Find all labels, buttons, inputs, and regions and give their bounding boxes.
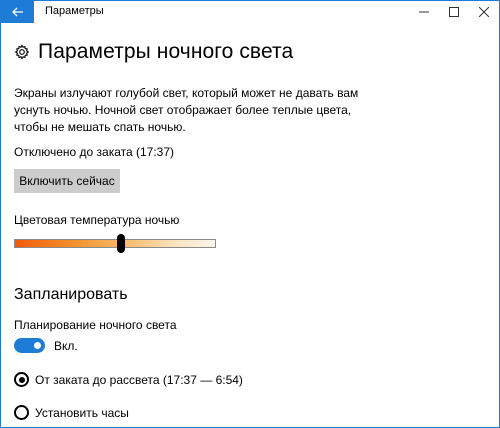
window-title: Параметры: [45, 5, 104, 17]
page-heading: Параметры ночного света: [14, 40, 293, 64]
minimize-button[interactable]: [409, 1, 439, 23]
maximize-icon: [449, 7, 459, 17]
gear-icon: [14, 44, 30, 60]
radio-label-sunset-to-sunrise[interactable]: От заката до рассвета (17:37 — 6:54): [35, 373, 243, 387]
description-text: Экраны излучают голубой свет, который мо…: [14, 86, 359, 134]
minimize-icon: [419, 11, 429, 13]
maximize-button[interactable]: [439, 1, 469, 23]
back-arrow-icon: [11, 7, 23, 17]
toggle-knob: [34, 342, 41, 349]
back-button[interactable]: [1, 1, 34, 23]
radio-selected-dot: [18, 376, 25, 383]
toggle-state-text: Вкл.: [54, 339, 78, 353]
settings-window: Параметры Параметры ночного света Экраны…: [0, 0, 500, 428]
schedule-section-title: Запланировать: [14, 286, 128, 303]
close-button[interactable]: [469, 1, 499, 23]
color-temperature-slider-track[interactable]: [14, 239, 216, 248]
close-icon: [479, 7, 489, 17]
status-text: Отключено до заката (17:37): [14, 145, 175, 159]
title-bar: Параметры: [1, 1, 499, 23]
schedule-toggle[interactable]: [14, 338, 45, 353]
page-title: Параметры ночного света: [38, 40, 294, 63]
color-temperature-label: Цветовая температура ночью: [14, 213, 180, 227]
schedule-toggle-label: Планирование ночного света: [14, 318, 177, 332]
enable-now-button[interactable]: Включить сейчас: [14, 169, 120, 193]
radio-set-hours[interactable]: [14, 405, 29, 420]
color-temperature-slider-thumb[interactable]: [117, 234, 126, 253]
radio-sunset-to-sunrise[interactable]: [14, 372, 29, 387]
radio-label-set-hours[interactable]: Установить часы: [35, 406, 129, 420]
